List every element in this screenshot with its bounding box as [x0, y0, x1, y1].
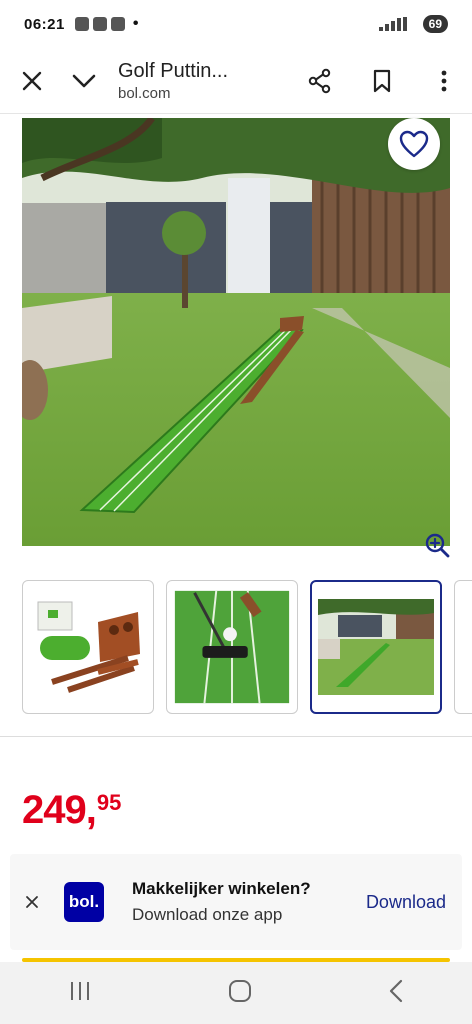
banner-subline: Download onze app: [132, 905, 283, 924]
back-button[interactable]: [388, 979, 404, 1008]
putting-mat-product-thumbnail: [37, 601, 140, 693]
recent-apps-button[interactable]: [68, 980, 92, 1007]
garden-putting-mat-image: [22, 118, 450, 546]
price-cents: 95: [96, 790, 122, 815]
thumbnail-3-selected[interactable]: [310, 580, 442, 714]
heart-icon: [399, 130, 429, 158]
close-icon: [26, 896, 38, 908]
bol-logo: bol.: [64, 882, 104, 922]
thumbnail-1[interactable]: [22, 580, 154, 714]
product-price: 249 , 95: [22, 790, 121, 830]
app-download-banner: bol. Makkelijker winkelen? Download onze…: [10, 854, 462, 950]
page-title-block: Golf Puttin... bol.com: [106, 60, 298, 102]
more-vert-icon: [441, 70, 447, 91]
back-icon: [390, 979, 403, 1002]
close-icon: [22, 71, 42, 90]
section-divider: [0, 736, 472, 737]
thumbnail-4-partial[interactable]: [454, 580, 472, 714]
garden-putting-mat-thumbnail: [318, 599, 434, 695]
browser-app-bar: Golf Puttin... bol.com: [0, 48, 472, 114]
battery-indicator: 69: [422, 15, 448, 33]
more-options-button[interactable]: [422, 59, 466, 103]
status-time: 06:21: [24, 15, 65, 33]
page-title: Golf Puttin...: [118, 59, 229, 82]
system-navigation-bar: [0, 962, 472, 1024]
banner-headline: Makkelijker winkelen?: [132, 879, 311, 898]
putter-and-ball-thumbnail: [174, 590, 290, 704]
home-button[interactable]: [227, 978, 253, 1009]
whatsapp-notification-icon: [92, 17, 107, 31]
price-separator: ,: [85, 788, 97, 832]
favorite-button[interactable]: [388, 118, 440, 170]
share-button[interactable]: [298, 59, 342, 103]
battery-level: 69: [428, 17, 442, 31]
thumbnail-strip: [22, 580, 442, 714]
banner-text: Makkelijker winkelen? Download onze app: [132, 879, 366, 925]
more-notifications-dot: •: [132, 15, 139, 32]
product-main-image[interactable]: [22, 118, 450, 546]
home-icon: [228, 979, 251, 1002]
price-whole: 249: [22, 788, 87, 832]
bookmark-icon: [373, 69, 391, 92]
bookmark-button[interactable]: [360, 59, 404, 103]
download-app-link[interactable]: Download: [366, 892, 446, 913]
share-icon: [308, 68, 331, 93]
close-button[interactable]: [10, 59, 54, 103]
instagram-notification-icon: [110, 17, 125, 31]
gallery-notification-icon: [74, 17, 89, 31]
zoom-in-icon: [425, 533, 450, 558]
zoom-button[interactable]: [424, 532, 450, 558]
collapse-button[interactable]: [62, 59, 106, 103]
status-bar: 06:21 • 69: [0, 0, 472, 48]
thumbnail-2[interactable]: [166, 580, 298, 714]
dismiss-banner-button[interactable]: [10, 895, 54, 909]
signal-icon: [378, 17, 417, 31]
notification-icons: [74, 17, 125, 31]
page-url: bol.com: [118, 84, 171, 102]
recent-apps-icon: [70, 981, 89, 1000]
chevron-down-icon: [72, 74, 96, 87]
